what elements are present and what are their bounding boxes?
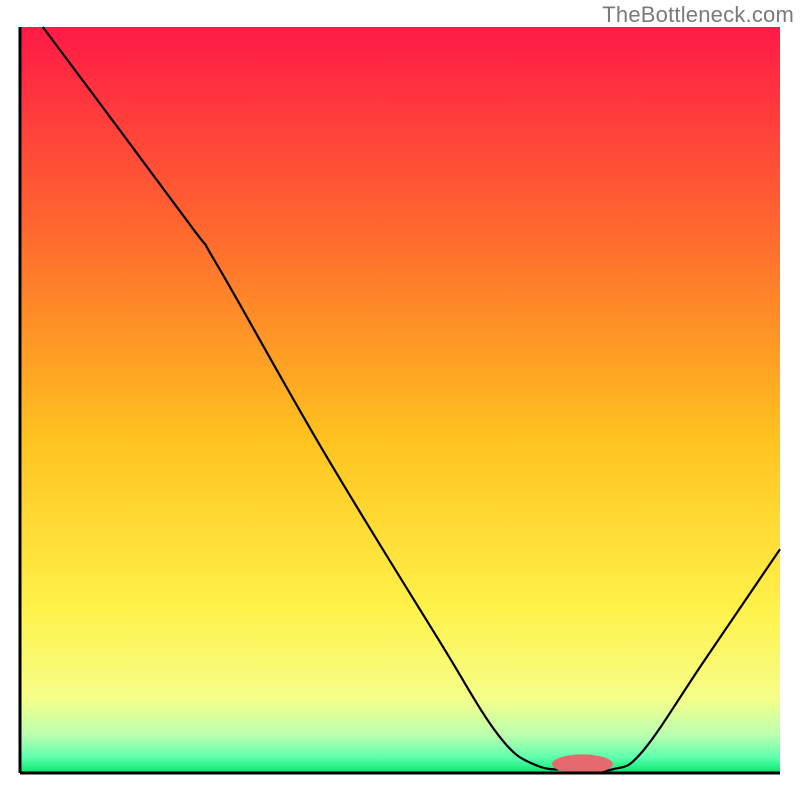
bottleneck-chart [0, 0, 800, 800]
gradient-background [20, 27, 780, 773]
watermark-text: TheBottleneck.com [602, 2, 794, 28]
optimum-marker [552, 754, 613, 773]
chart-container: TheBottleneck.com [0, 0, 800, 800]
